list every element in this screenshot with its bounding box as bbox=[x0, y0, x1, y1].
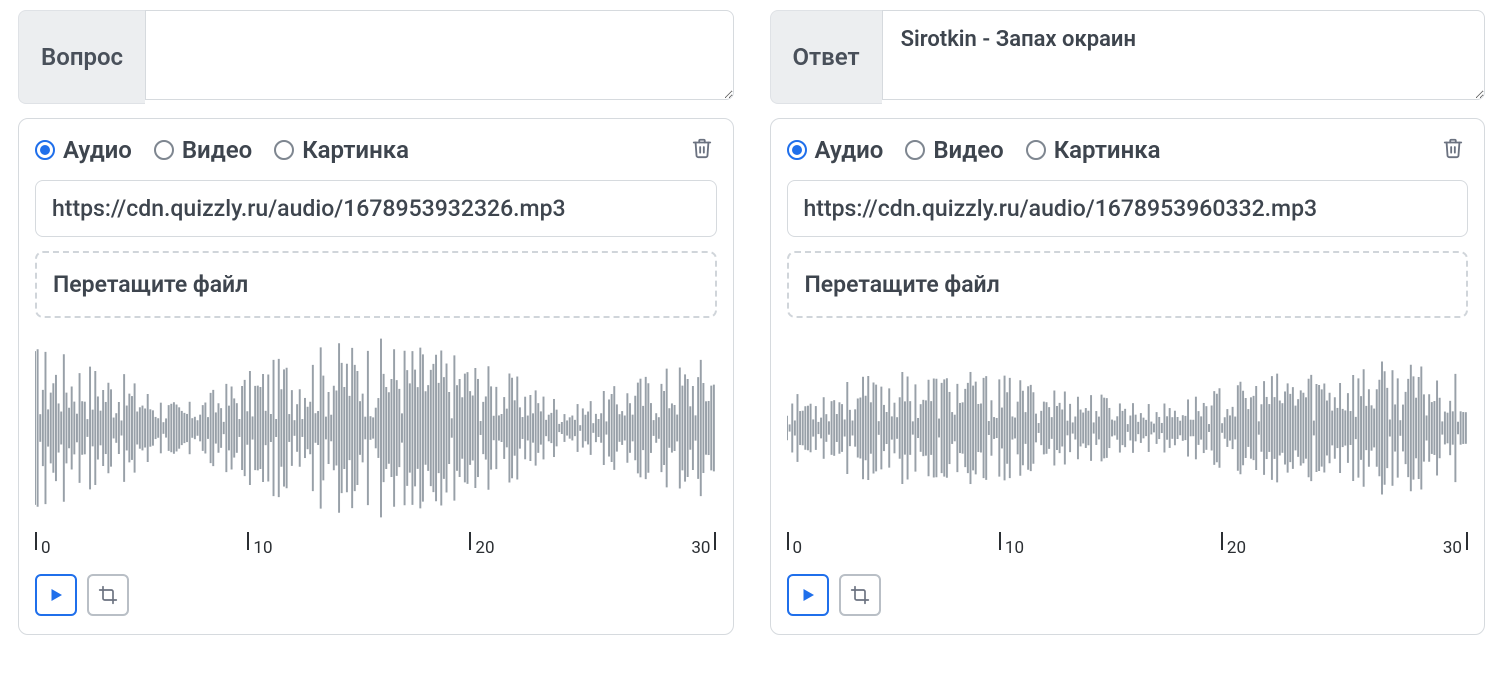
question-column: Вопрос Аудио Видео Картинка bbox=[18, 10, 734, 635]
q-dropzone[interactable]: Перетащите файл bbox=[35, 251, 717, 318]
tick-label: 0 bbox=[793, 538, 803, 558]
radio-icon bbox=[35, 140, 55, 160]
trash-icon bbox=[691, 137, 713, 159]
q-crop-button[interactable] bbox=[87, 574, 129, 616]
q-radio-video-label: Видео bbox=[182, 136, 252, 164]
answer-label: Ответ bbox=[770, 10, 882, 104]
q-delete-media-button[interactable] bbox=[687, 133, 717, 166]
q-radio-image[interactable]: Картинка bbox=[274, 136, 409, 164]
q-radio-video[interactable]: Видео bbox=[154, 136, 252, 164]
q-waveform[interactable] bbox=[35, 328, 717, 528]
question-media-panel: Аудио Видео Картинка Перетащите файл bbox=[18, 118, 734, 635]
question-textarea[interactable] bbox=[145, 10, 733, 100]
answer-column: Ответ Аудио Видео Картинка bbox=[770, 10, 1486, 635]
radio-icon bbox=[1026, 140, 1046, 160]
a-radio-image-label: Картинка bbox=[1054, 136, 1161, 164]
tick-label: 0 bbox=[41, 538, 51, 558]
a-radio-video-label: Видео bbox=[933, 136, 1003, 164]
tick-label: 10 bbox=[253, 538, 272, 558]
a-delete-media-button[interactable] bbox=[1438, 133, 1468, 166]
a-radio-audio[interactable]: Аудио bbox=[787, 136, 884, 164]
tick-label: 20 bbox=[1227, 538, 1246, 558]
a-radio-video[interactable]: Видео bbox=[905, 136, 1003, 164]
answer-media-panel: Аудио Видео Картинка Перетащите файл bbox=[770, 118, 1486, 635]
play-icon bbox=[799, 586, 817, 604]
q-radio-audio[interactable]: Аудио bbox=[35, 136, 132, 164]
answer-textarea[interactable] bbox=[882, 10, 1485, 100]
a-dropzone[interactable]: Перетащите файл bbox=[787, 251, 1469, 318]
q-time-axis: 0 10 20 30 bbox=[35, 532, 717, 562]
play-icon bbox=[47, 586, 65, 604]
a-waveform[interactable] bbox=[787, 328, 1469, 528]
a-play-button[interactable] bbox=[787, 574, 829, 616]
a-crop-button[interactable] bbox=[839, 574, 881, 616]
a-time-axis: 0 10 20 30 bbox=[787, 532, 1469, 562]
trash-icon bbox=[1442, 137, 1464, 159]
a-media-url-input[interactable] bbox=[787, 180, 1469, 237]
radio-icon bbox=[154, 140, 174, 160]
radio-icon bbox=[905, 140, 925, 160]
crop-icon bbox=[98, 585, 118, 605]
q-radio-audio-label: Аудио bbox=[63, 136, 132, 164]
q-radio-image-label: Картинка bbox=[302, 136, 409, 164]
tick-label: 20 bbox=[475, 538, 494, 558]
tick-label: 30 bbox=[1443, 538, 1462, 558]
a-radio-audio-label: Аудио bbox=[815, 136, 884, 164]
crop-icon bbox=[850, 585, 870, 605]
tick-label: 10 bbox=[1005, 538, 1024, 558]
radio-icon bbox=[274, 140, 294, 160]
tick-label: 30 bbox=[691, 538, 710, 558]
a-radio-image[interactable]: Картинка bbox=[1026, 136, 1161, 164]
radio-icon bbox=[787, 140, 807, 160]
q-play-button[interactable] bbox=[35, 574, 77, 616]
question-label: Вопрос bbox=[18, 10, 145, 104]
q-media-url-input[interactable] bbox=[35, 180, 717, 237]
